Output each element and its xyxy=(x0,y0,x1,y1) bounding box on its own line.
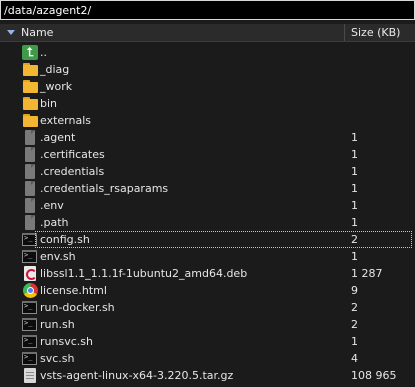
debian-package-icon xyxy=(22,266,38,281)
file-name: run.sh xyxy=(40,318,75,331)
shell-script-icon: >_ xyxy=(22,351,38,366)
file-name: .certificates xyxy=(40,148,105,161)
file-size: 9 xyxy=(351,284,358,297)
folder-icon xyxy=(22,79,38,94)
file-row[interactable]: .agent 1 xyxy=(0,129,415,146)
file-name: env.sh xyxy=(40,250,76,263)
file-name: svc.sh xyxy=(40,352,75,365)
path-bar[interactable] xyxy=(0,0,415,20)
file-name: config.sh xyxy=(40,233,90,246)
file-name: .. xyxy=(40,46,47,59)
file-size: 1 287 xyxy=(351,267,383,280)
file-name: _diag xyxy=(40,63,70,76)
file-name: .agent xyxy=(40,131,76,144)
shell-script-icon: >_ xyxy=(22,249,38,264)
file-name: .credentials_rsaparams xyxy=(40,182,169,195)
file-size: 2 xyxy=(351,233,358,246)
file-size: 1 xyxy=(351,165,358,178)
file-size: 2 xyxy=(351,318,358,331)
file-name: _work xyxy=(40,80,73,93)
size-column-header[interactable]: Size (KB) xyxy=(351,26,400,39)
file-size: 1 xyxy=(351,199,358,212)
file-row[interactable]: >_ run.sh 2 xyxy=(0,316,415,333)
shell-script-icon: >_ xyxy=(22,317,38,332)
parent-folder-icon: ⮤ xyxy=(22,45,38,60)
file-icon xyxy=(22,198,38,213)
shell-script-icon: >_ xyxy=(22,232,38,247)
file-name: .env xyxy=(40,199,64,212)
file-icon xyxy=(22,181,38,196)
file-row[interactable]: externals xyxy=(0,112,415,129)
file-icon xyxy=(22,130,38,145)
file-list: ⮤.. _diag _work bin externals .agent 1 .certifi… xyxy=(0,44,415,384)
file-row[interactable]: bin xyxy=(0,95,415,112)
file-name: bin xyxy=(40,97,58,110)
column-divider[interactable] xyxy=(344,24,345,41)
file-row[interactable]: >_ runsvc.sh 1 xyxy=(0,333,415,350)
file-row[interactable]: .certificates 1 xyxy=(0,146,415,163)
file-size: 2 xyxy=(351,301,358,314)
file-icon xyxy=(22,215,38,230)
file-name: runsvc.sh xyxy=(40,335,93,348)
file-size: 4 xyxy=(351,352,358,365)
file-row[interactable]: vsts-agent-linux-x64-3.220.5.tar.gz 108 9… xyxy=(0,367,415,384)
file-name: libssl1.1_1.1.1f-1ubuntu2_amd64.deb xyxy=(40,267,248,280)
shell-script-icon: >_ xyxy=(22,300,38,315)
file-row[interactable]: >_ run-docker.sh 2 xyxy=(0,299,415,316)
path-input[interactable] xyxy=(1,1,414,19)
file-row[interactable]: .credentials_rsaparams 1 xyxy=(0,180,415,197)
file-row[interactable]: _diag xyxy=(0,61,415,78)
folder-icon xyxy=(22,62,38,77)
folder-icon xyxy=(22,96,38,111)
file-row[interactable]: license.html 9 xyxy=(0,282,415,299)
file-size: 1 xyxy=(351,335,358,348)
file-row[interactable]: libssl1.1_1.1.1f-1ubuntu2_amd64.deb 1 287 xyxy=(0,265,415,282)
file-size: 108 965 xyxy=(351,369,397,382)
sort-desc-icon[interactable] xyxy=(7,30,15,35)
file-name: .path xyxy=(40,216,69,229)
file-name: externals xyxy=(40,114,91,127)
file-row[interactable]: >_ svc.sh 4 xyxy=(0,350,415,367)
file-row[interactable]: .env 1 xyxy=(0,197,415,214)
file-size: 1 xyxy=(351,250,358,263)
file-size: 1 xyxy=(351,148,358,161)
file-row[interactable]: ⮤.. xyxy=(0,44,415,61)
file-size: 1 xyxy=(351,216,358,229)
file-row[interactable]: .credentials 1 xyxy=(0,163,415,180)
column-header: Name Size (KB) xyxy=(0,24,415,42)
file-icon xyxy=(22,147,38,162)
chrome-html-icon xyxy=(22,283,38,298)
file-size: 1 xyxy=(351,131,358,144)
file-name: license.html xyxy=(40,284,107,297)
file-size: 1 xyxy=(351,182,358,195)
name-column-header[interactable]: Name xyxy=(21,26,53,39)
file-icon xyxy=(22,164,38,179)
shell-script-icon: >_ xyxy=(22,334,38,349)
file-row[interactable]: >_ config.sh 2 xyxy=(0,231,415,248)
file-row[interactable]: .path 1 xyxy=(0,214,415,231)
file-name: .credentials xyxy=(40,165,105,178)
file-name: run-docker.sh xyxy=(40,301,115,314)
file-row[interactable]: >_ env.sh 1 xyxy=(0,248,415,265)
archive-icon xyxy=(22,368,38,383)
file-row[interactable]: _work xyxy=(0,78,415,95)
folder-icon xyxy=(22,113,38,128)
file-name: vsts-agent-linux-x64-3.220.5.tar.gz xyxy=(40,369,234,382)
